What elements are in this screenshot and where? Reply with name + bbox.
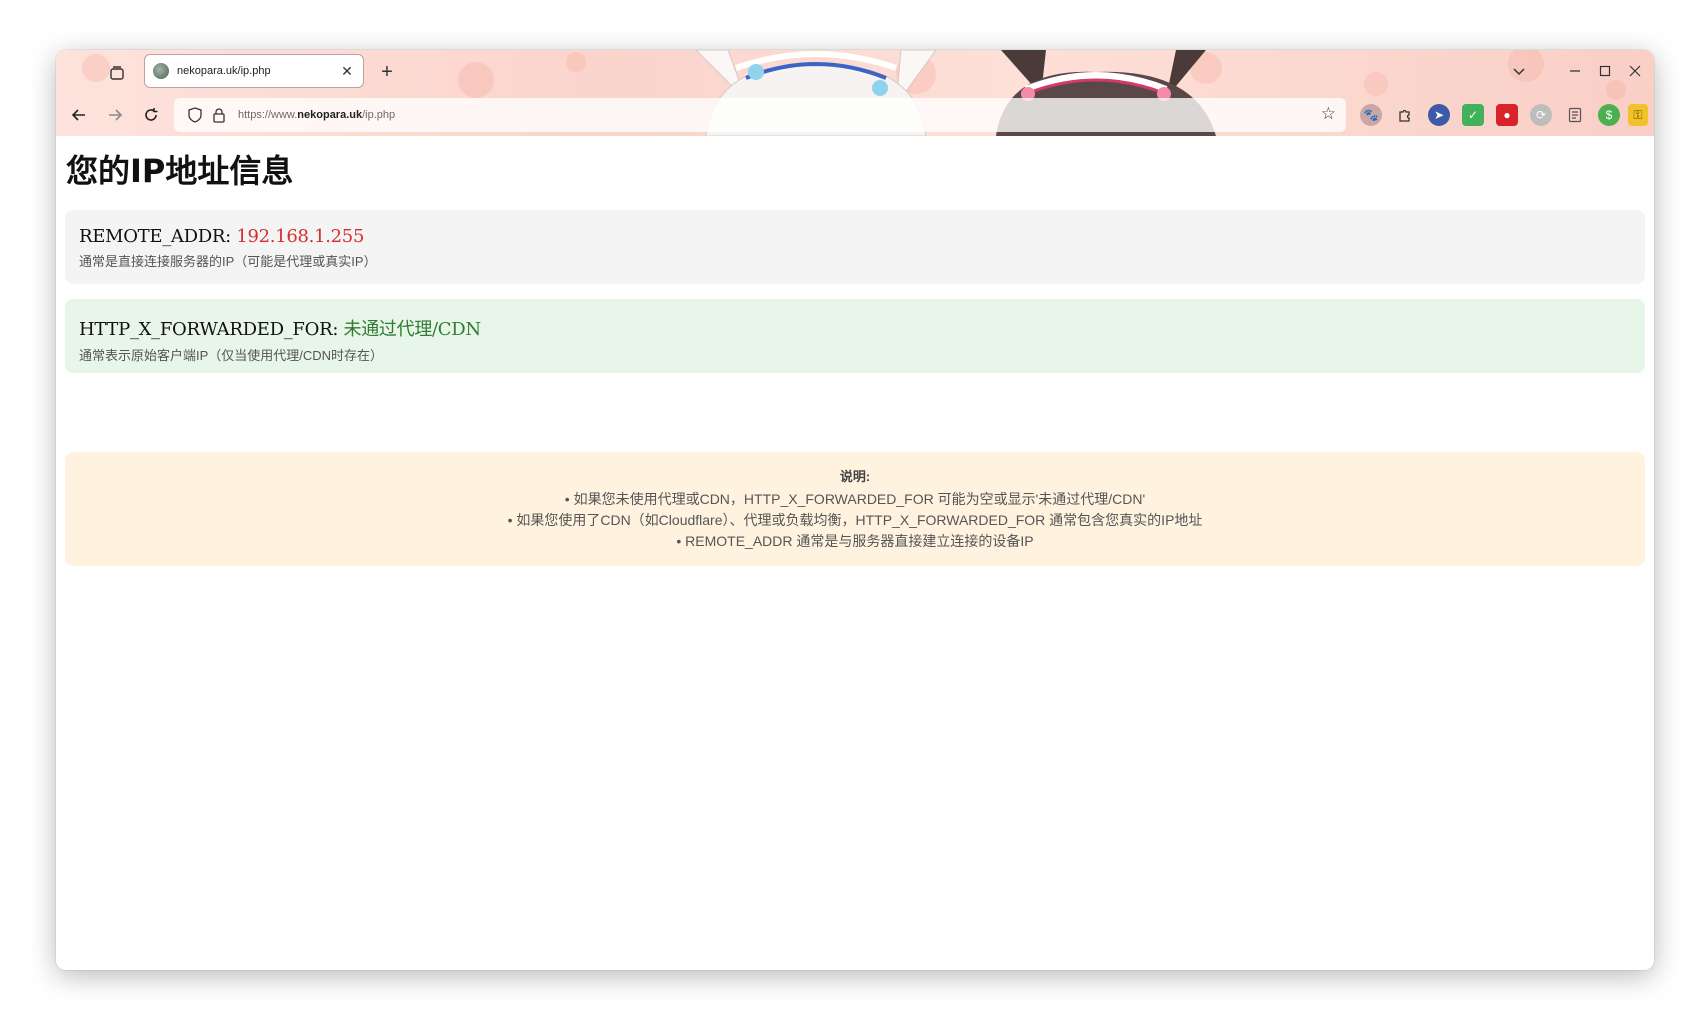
- address-bar[interactable]: https://www.nekopara.uk/ip.php ☆: [174, 98, 1346, 132]
- star-icon[interactable]: ☆: [1321, 104, 1336, 124]
- lock-icon[interactable]: [208, 104, 230, 126]
- ublock-icon[interactable]: ●: [1496, 104, 1518, 126]
- forwarded-for-description: 通常表示原始客户端IP（仅当使用代理/CDN时存在）: [79, 348, 384, 363]
- note-title: 说明:: [839, 469, 871, 484]
- forwarded-for-card: HTTP_X_FORWARDED_FOR: 未通过代理/CDN 通常表示原始客户…: [65, 299, 1645, 373]
- tab-active[interactable]: nekopara.uk/ip.php ✕: [144, 54, 364, 88]
- remote-addr-value: 192.168.1.255: [236, 226, 365, 247]
- remote-addr-card: REMOTE_ADDR: 192.168.1.255 通常是直接连接服务器的IP…: [65, 210, 1645, 284]
- tab-strip: nekopara.uk/ip.php ✕ +: [56, 50, 1654, 94]
- url-scheme: https://www.: [238, 109, 298, 121]
- shield-check-icon[interactable]: ✓: [1462, 104, 1484, 126]
- cursor-icon[interactable]: ➤: [1428, 104, 1450, 126]
- page-title: 您的IP地址信息: [66, 152, 294, 190]
- close-window-button[interactable]: [1620, 58, 1650, 84]
- tab-list-chevron-icon[interactable]: [1504, 58, 1534, 84]
- back-button[interactable]: [64, 100, 94, 130]
- forwarded-for-label: HTTP_X_FORWARDED_FOR:: [79, 319, 339, 340]
- tab-title: nekopara.uk/ip.php: [177, 65, 271, 77]
- maximize-button[interactable]: [1590, 58, 1620, 84]
- tab-overview-icon[interactable]: [102, 58, 132, 88]
- note-item: • 如果您使用了CDN（如Cloudflare）、代理或负载均衡，HTTP_X_…: [507, 512, 1203, 528]
- page-content: 您的IP地址信息 REMOTE_ADDR: 192.168.1.255 通常是直…: [56, 136, 1654, 970]
- remote-addr-description: 通常是直接连接服务器的IP（可能是代理或真实IP）: [79, 254, 377, 269]
- url-host: nekopara.uk: [297, 109, 363, 121]
- reload-button[interactable]: [136, 100, 166, 130]
- note-item: • 如果您未使用代理或CDN，HTTP_X_FORWARDED_FOR 可能为空…: [564, 491, 1146, 507]
- explanation-note: 说明: • 如果您未使用代理或CDN，HTTP_X_FORWARDED_FOR …: [65, 452, 1645, 566]
- cat-mascot-icon[interactable]: 🐾: [1360, 104, 1382, 126]
- navigation-toolbar: https://www.nekopara.uk/ip.php ☆ 🐾 ➤ ✓ ●…: [56, 94, 1654, 136]
- minimize-button[interactable]: [1560, 58, 1590, 84]
- forwarded-for-value: 未通过代理/CDN: [343, 319, 482, 340]
- new-tab-button[interactable]: +: [374, 59, 400, 85]
- browser-window: nekopara.uk/ip.php ✕ + https://www.nekop…: [56, 50, 1654, 970]
- forward-button[interactable]: [100, 100, 130, 130]
- site-favicon-icon: [153, 63, 169, 79]
- remote-addr-label: REMOTE_ADDR:: [79, 226, 231, 247]
- reader-icon[interactable]: [1564, 104, 1586, 126]
- close-tab-icon[interactable]: ✕: [339, 63, 355, 80]
- browser-chrome: nekopara.uk/ip.php ✕ + https://www.nekop…: [56, 50, 1654, 137]
- translate-icon[interactable]: ⟳: [1530, 104, 1552, 126]
- key-icon[interactable]: ⚿: [1628, 104, 1648, 126]
- shield-icon[interactable]: [184, 104, 206, 126]
- url-path: /ip.php: [362, 109, 396, 121]
- dollar-icon[interactable]: $: [1598, 104, 1620, 126]
- remote-addr-line: REMOTE_ADDR: 192.168.1.255: [79, 226, 1631, 247]
- puzzle-icon[interactable]: [1394, 104, 1416, 126]
- url-text: https://www.nekopara.uk/ip.php: [238, 109, 395, 121]
- note-item: • REMOTE_ADDR 通常是与服务器直接建立连接的设备IP: [676, 533, 1034, 549]
- forwarded-for-line: HTTP_X_FORWARDED_FOR: 未通过代理/CDN: [79, 315, 1631, 341]
